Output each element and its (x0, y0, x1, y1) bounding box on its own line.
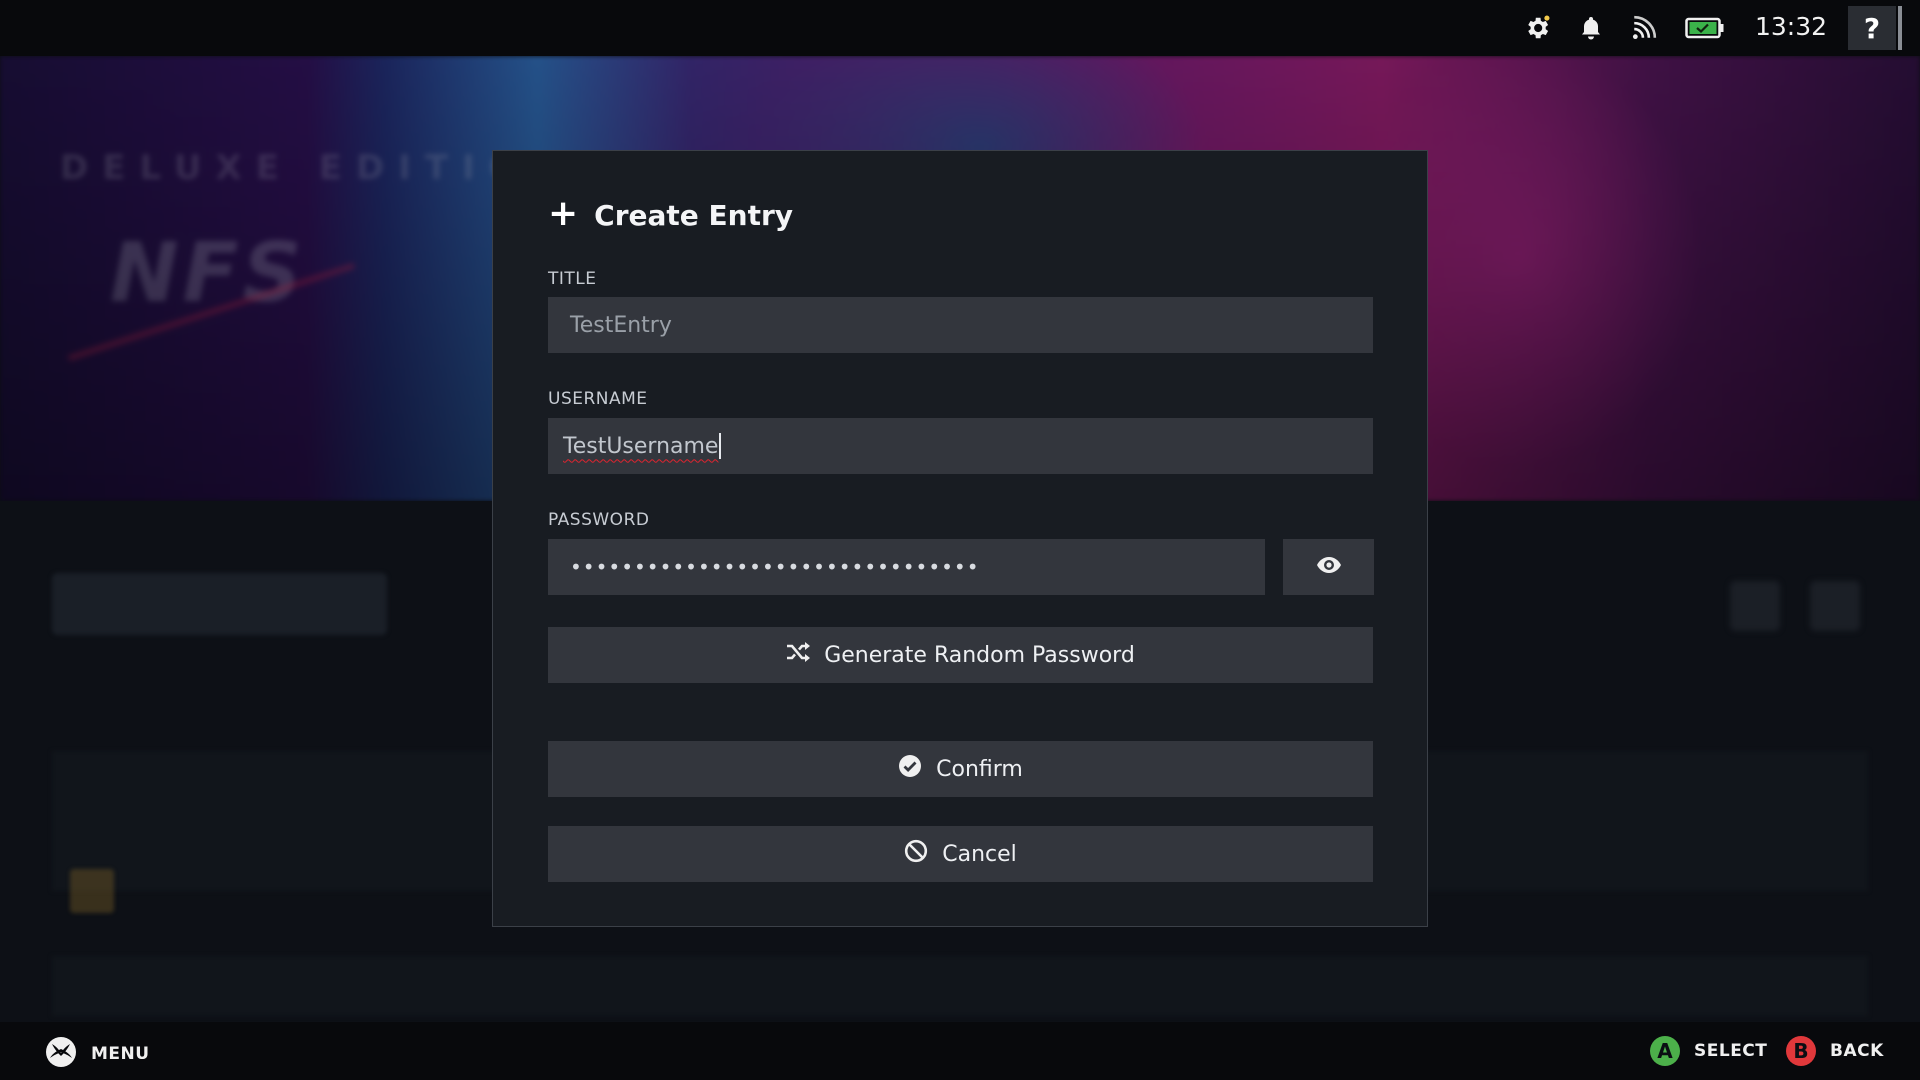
clock: 13:32 (1755, 12, 1828, 41)
confirm-button[interactable]: Confirm (548, 741, 1373, 797)
cast-signal-icon[interactable] (1629, 13, 1659, 43)
settings-icon[interactable] (1522, 13, 1552, 43)
username-label: USERNAME (548, 389, 648, 409)
shuffle-icon (786, 641, 811, 669)
help-button[interactable]: ? (1848, 6, 1902, 50)
hero-game-logo: NFS (110, 226, 306, 321)
a-button-icon: A (1650, 1036, 1680, 1066)
create-entry-dialog: + Create Entry TITLE TestEntry USERNAME … (492, 150, 1428, 927)
select-hint[interactable]: A SELECT (1650, 1036, 1767, 1066)
xbox-logo-icon (45, 1036, 77, 1072)
friend-avatar-blurred (70, 869, 114, 913)
show-password-button[interactable] (1283, 539, 1374, 595)
controller-button-blurred (1730, 581, 1780, 631)
text-caret (719, 433, 722, 459)
dialog-title: Create Entry (594, 199, 794, 232)
battery-charging-icon (1685, 13, 1725, 43)
menu-hint[interactable]: MENU (45, 1036, 150, 1072)
dialog-header: + Create Entry (548, 192, 794, 234)
menu-label: MENU (91, 1044, 150, 1064)
bottom-button-bar: MENU A SELECT B BACK (0, 1022, 1920, 1080)
notification-bell-icon[interactable] (1576, 13, 1606, 43)
confirm-label: Confirm (936, 756, 1023, 782)
plus-icon: + (548, 192, 579, 234)
cancel-label: Cancel (942, 841, 1017, 867)
activity-section-blurred (52, 956, 1868, 1016)
generate-label: Generate Random Password (824, 642, 1135, 668)
password-input[interactable]: •••••••••••••••••••••••••••••••• (548, 539, 1265, 595)
cancel-button[interactable]: Cancel (548, 826, 1373, 882)
title-input[interactable]: TestEntry (548, 297, 1373, 353)
top-status-bar: 13:32 ? (0, 0, 1920, 56)
username-input[interactable]: TestUsername (548, 418, 1373, 474)
title-label: TITLE (548, 269, 597, 289)
password-label: PASSWORD (548, 510, 650, 530)
play-button-blurred (52, 573, 387, 635)
back-hint[interactable]: B BACK (1786, 1036, 1884, 1066)
settings-button-blurred (1810, 581, 1860, 631)
cancel-circle-icon (904, 839, 928, 869)
generate-random-password-button[interactable]: Generate Random Password (548, 627, 1373, 683)
check-circle-icon (898, 754, 922, 784)
hero-logo-scrawl (67, 262, 393, 476)
select-label: SELECT (1694, 1041, 1768, 1061)
back-label: BACK (1830, 1041, 1884, 1061)
b-button-icon: B (1786, 1036, 1816, 1066)
username-value: TestUsername (563, 433, 719, 459)
eye-icon (1316, 557, 1341, 577)
